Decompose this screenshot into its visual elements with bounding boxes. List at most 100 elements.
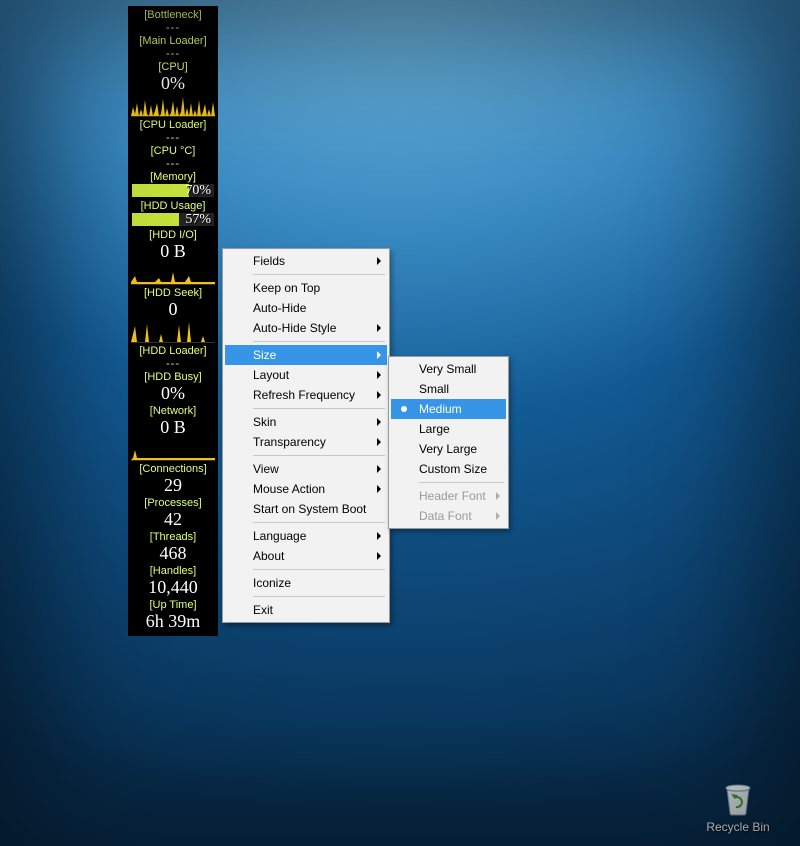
section-value: 6h 39m — [128, 612, 218, 632]
section-network[interactable]: [Network] 0 B — [128, 404, 218, 461]
context-menu-item-auto-hide-style[interactable]: Auto-Hide Style — [225, 318, 387, 338]
menu-item-label: Custom Size — [419, 462, 487, 476]
section-header: [HDD Busy] — [128, 370, 218, 384]
menu-item-label: Very Small — [419, 362, 476, 376]
menu-item-label: Iconize — [253, 576, 291, 590]
submenu-arrow-icon — [377, 552, 381, 560]
section-main-loader[interactable]: [Main Loader] --- — [128, 34, 218, 60]
context-menu-item-mouse-action[interactable]: Mouse Action — [225, 479, 387, 499]
context-menu-item-skin[interactable]: Skin — [225, 412, 387, 432]
section-hdd-seek[interactable]: [HDD Seek] 0 — [128, 286, 218, 343]
sparkline-hddseek — [131, 320, 215, 343]
section-header: [Handles] — [128, 564, 218, 578]
size-submenu-item-large[interactable]: Large — [391, 419, 506, 439]
size-submenu-item-medium[interactable]: Medium — [391, 399, 506, 419]
context-menu-item-auto-hide[interactable]: Auto-Hide — [225, 298, 387, 318]
section-processes[interactable]: [Processes] 42 — [128, 496, 218, 530]
submenu-arrow-icon — [377, 465, 381, 473]
section-header: [Up Time] — [128, 598, 218, 612]
section-cpu-loader[interactable]: [CPU Loader] --- — [128, 118, 218, 144]
desktop[interactable]: [Bottleneck] --- [Main Loader] --- [CPU]… — [0, 0, 800, 846]
submenu-arrow-icon — [377, 351, 381, 359]
context-menu-item-about[interactable]: About — [225, 546, 387, 566]
section-value: 42 — [128, 510, 218, 530]
submenu-arrow-icon — [496, 492, 500, 500]
context-menu-separator — [253, 569, 385, 570]
system-monitor-widget[interactable]: [Bottleneck] --- [Main Loader] --- [CPU]… — [128, 6, 218, 636]
menu-item-label: Size — [253, 348, 276, 362]
menu-item-label: Medium — [419, 402, 462, 416]
context-menu-separator — [253, 455, 385, 456]
size-submenu[interactable]: Very Small Small Medium Large Very Large Cust… — [388, 356, 509, 529]
recycle-bin-icon[interactable]: Recycle Bin — [698, 780, 778, 834]
section-hdd-loader[interactable]: [HDD Loader] --- — [128, 344, 218, 370]
menu-item-label: Data Font — [419, 509, 472, 523]
section-cpu-temp[interactable]: [CPU °C] --- — [128, 144, 218, 170]
context-menu-item-keep-on-top[interactable]: Keep on Top — [225, 278, 387, 298]
section-connections[interactable]: [Connections] 29 — [128, 462, 218, 496]
section-memory[interactable]: [Memory] 70% — [128, 170, 218, 197]
submenu-arrow-icon — [377, 485, 381, 493]
section-value: --- — [128, 158, 218, 170]
section-header: [Connections] — [128, 462, 218, 476]
menu-item-label: Language — [253, 529, 306, 543]
submenu-arrow-icon — [377, 257, 381, 265]
section-handles[interactable]: [Handles] 10,440 — [128, 564, 218, 598]
section-hdd-busy[interactable]: [HDD Busy] 0% — [128, 370, 218, 404]
context-menu-separator — [253, 408, 385, 409]
section-header: [Threads] — [128, 530, 218, 544]
section-value: 0 B — [128, 418, 218, 438]
submenu-arrow-icon — [377, 532, 381, 540]
section-bottleneck[interactable]: [Bottleneck] --- — [128, 8, 218, 34]
section-value: --- — [128, 132, 218, 144]
section-value: --- — [128, 358, 218, 370]
section-hdd-io[interactable]: [HDD I/O] 0 B — [128, 228, 218, 285]
section-header: [Processes] — [128, 496, 218, 510]
section-hdd-usage[interactable]: [HDD Usage] 57% — [128, 199, 218, 226]
memory-bar: 70% — [132, 184, 214, 197]
size-submenu-item-very-small[interactable]: Very Small — [391, 359, 506, 379]
menu-item-label: Mouse Action — [253, 482, 325, 496]
section-header: [HDD Usage] — [128, 199, 218, 213]
hdd-usage-percent: 57% — [185, 212, 211, 228]
context-menu-item-size[interactable]: Size — [225, 345, 387, 365]
context-menu-item-view[interactable]: View — [225, 459, 387, 479]
menu-item-label: Auto-Hide Style — [253, 321, 336, 335]
sparkline-network — [131, 438, 215, 461]
section-value: 0 B — [128, 242, 218, 262]
context-menu-item-iconize[interactable]: Iconize — [225, 573, 387, 593]
context-menu-item-fields[interactable]: Fields — [225, 251, 387, 271]
context-menu-item-start-on-system-boot[interactable]: Start on System Boot — [225, 499, 387, 519]
section-uptime[interactable]: [Up Time] 6h 39m — [128, 598, 218, 632]
context-menu-item-exit[interactable]: Exit — [225, 600, 387, 620]
section-value: 0% — [128, 74, 218, 94]
menu-item-label: Keep on Top — [253, 281, 320, 295]
menu-item-label: Small — [419, 382, 449, 396]
section-header: [HDD Loader] — [128, 344, 218, 358]
context-menu-item-refresh-frequency[interactable]: Refresh Frequency — [225, 385, 387, 405]
section-value: --- — [128, 48, 218, 60]
section-header: [HDD Seek] — [128, 286, 218, 300]
context-menu[interactable]: Fields Keep on Top Auto-Hide Auto-Hide Styl… — [222, 248, 390, 623]
section-header: [CPU] — [128, 60, 218, 74]
section-value: 29 — [128, 476, 218, 496]
menu-item-label: Large — [419, 422, 450, 436]
section-header: [Main Loader] — [128, 34, 218, 48]
section-threads[interactable]: [Threads] 468 — [128, 530, 218, 564]
submenu-arrow-icon — [377, 391, 381, 399]
menu-item-label: Transparency — [253, 435, 326, 449]
submenu-arrow-icon — [377, 324, 381, 332]
context-menu-separator — [253, 274, 385, 275]
context-menu-item-layout[interactable]: Layout — [225, 365, 387, 385]
section-value: 468 — [128, 544, 218, 564]
section-cpu[interactable]: [CPU] 0% — [128, 60, 218, 117]
section-value: --- — [128, 22, 218, 34]
context-menu-item-transparency[interactable]: Transparency — [225, 432, 387, 452]
size-submenu-item-very-large[interactable]: Very Large — [391, 439, 506, 459]
radio-dot-icon — [401, 406, 407, 412]
context-menu-item-language[interactable]: Language — [225, 526, 387, 546]
size-submenu-item-small[interactable]: Small — [391, 379, 506, 399]
size-submenu-item-custom-size[interactable]: Custom Size — [391, 459, 506, 479]
context-menu-separator — [253, 596, 385, 597]
size-submenu-separator — [419, 482, 504, 483]
